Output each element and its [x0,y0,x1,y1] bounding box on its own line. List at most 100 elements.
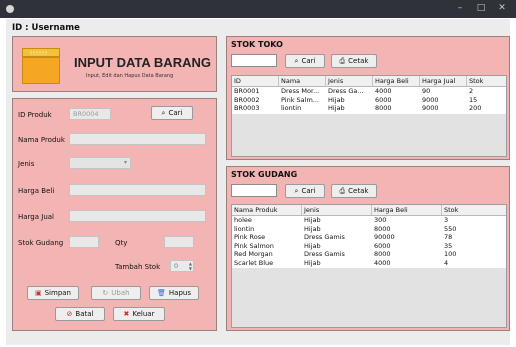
minimize-icon[interactable]: – [450,2,470,15]
cari-produk-label: Cari [168,109,183,117]
table-cell: 100 [444,250,457,258]
harga-jual-label: Harga Jual [18,213,55,221]
stok-toko-panel: STOK TOKO ⌕ Cari ⎙ Cetak ID Nama Jenis Har… [226,36,510,160]
column-header[interactable]: Harga Beli [373,76,420,86]
table-cell: 8000 [374,224,391,233]
table-empty-area [232,268,506,327]
simpan-label: Simpan [44,289,71,297]
table-row[interactable]: BR0002 Pink Salm... Hijab 6000 9000 15 [232,96,506,105]
search-icon: ⌕ [294,187,299,195]
maximize-icon[interactable]: □ [471,2,491,15]
ubah-label: Ubah [111,289,130,297]
nama-produk-field[interactable] [69,133,206,145]
jenis-dropdown[interactable]: ▾ [69,157,131,169]
table-cell: liontin [281,104,302,112]
column-header[interactable]: Stok [442,205,506,215]
stok-toko-table[interactable]: ID Nama Jenis Harga Beli Harga Jual Stok… [231,75,507,157]
table-cell: Dress Mor... [281,87,320,95]
search-icon: ⌕ [161,109,166,117]
qty-field[interactable] [164,236,194,248]
hapus-button[interactable]: 🗑 Hapus [149,286,199,300]
stok-gudang-table-header: Nama Produk Jenis Harga Beli Stok [232,205,506,216]
table-cell: 90 [422,87,431,95]
column-header[interactable]: ID [232,76,279,86]
ubah-button[interactable]: ↻ Ubah [91,286,141,300]
stok-toko-table-header: ID Nama Jenis Harga Beli Harga Jual Stok [232,76,506,87]
table-row[interactable]: BR0003 liontin Hijab 8000 9000 200 [232,104,506,113]
table-cell: Hijab [304,216,321,224]
stok-toko-cetak-label: Cetak [348,57,369,65]
app-icon [6,5,14,13]
cari-produk-button[interactable]: ⌕ Cari [151,106,193,120]
table-cell: 4000 [375,87,392,95]
column-header[interactable]: Nama [279,76,326,86]
column-header[interactable]: Harga Jual [420,76,467,86]
stok-gudang-cetak-button[interactable]: ⎙ Cetak [331,184,377,198]
column-header[interactable]: Nama Produk [232,205,302,215]
stok-toko-search-input[interactable] [231,54,277,67]
column-header[interactable]: Jenis [326,76,373,86]
table-row[interactable]: Pink Rose Dress Gamis 90000 78 [232,233,506,242]
printer-icon: ⎙ [339,57,346,65]
search-icon: ⌕ [294,57,299,65]
stok-toko-title: STOK TOKO [231,40,283,49]
table-cell: 15 [469,95,478,104]
stok-gudang-search-input[interactable] [231,184,277,197]
spinner-arrows-icon[interactable]: ▲ ▼ [189,261,192,271]
table-cell: BR0001 [234,87,260,95]
column-header[interactable]: Stok [467,76,506,86]
page-title: INPUT DATA BARANG [74,55,211,70]
column-header[interactable]: Jenis [302,205,372,215]
harga-beli-label: Harga Beli [18,187,55,195]
harga-beli-field[interactable] [69,184,206,196]
close-icon[interactable]: ✕ [492,2,512,15]
box-logo-icon: !!!!!! [22,48,60,84]
stok-toko-cetak-button[interactable]: ⎙ Cetak [331,54,377,68]
harga-jual-field[interactable] [69,210,206,222]
table-cell: 6000 [374,241,391,250]
table-cell: Pink Salm... [281,95,319,104]
batal-button[interactable]: ⊘ Batal [55,307,105,321]
table-cell: Hijab [304,224,321,233]
header-panel: !!!!!! INPUT DATA BARANG Input, Edit dan… [12,36,217,92]
cancel-icon: ⊘ [66,310,73,318]
stok-toko-cari-button[interactable]: ⌕ Cari [285,54,325,68]
save-icon: ▣ [34,289,42,297]
id-produk-label: ID Produk [18,111,52,119]
table-cell: liontin [234,224,255,233]
table-row[interactable]: BR0001 Dress Mor... Dress Ga... 4000 90 … [232,87,506,96]
table-cell: BR0002 [234,95,260,104]
id-produk-field[interactable]: BR0004 [69,108,111,120]
table-cell: 35 [444,241,453,250]
table-cell: Dress Gamis [304,250,345,258]
table-row[interactable]: Red Morgan Dress Gamis 8000 100 [232,250,506,259]
stok-gudang-field[interactable] [69,236,99,248]
printer-icon: ⎙ [339,187,346,195]
table-cell: Dress Ga... [328,87,364,95]
table-cell: 90000 [374,233,395,241]
jenis-label: Jenis [18,160,35,168]
simpan-button[interactable]: ▣ Simpan [27,286,79,300]
stok-gudang-table[interactable]: Nama Produk Jenis Harga Beli Stok holee … [231,204,507,328]
table-cell: Hijab [304,241,321,250]
batal-label: Batal [75,310,94,318]
stok-gudang-panel: STOK GUDANG ⌕ Cari ⎙ Cetak Nama Produk Jen… [226,166,510,331]
table-row[interactable]: liontin Hijab 8000 550 [232,225,506,234]
user-id-label: ID : Username [12,23,80,33]
stok-gudang-cari-button[interactable]: ⌕ Cari [285,184,325,198]
table-cell: Scarlet Blue [234,258,274,267]
table-cell: 200 [469,104,482,112]
keluar-label: Keluar [132,310,155,318]
tambah-stok-spinner[interactable]: 0 ▲ ▼ [170,260,194,272]
table-cell: 8000 [375,104,392,112]
table-cell: 550 [444,224,457,233]
table-cell: Pink Rose [234,233,266,241]
table-cell: 2 [469,87,474,95]
table-row[interactable]: Scarlet Blue Hijab 4000 4 [232,259,506,268]
table-cell: Hijab [328,95,345,104]
table-cell: Dress Gamis [304,233,345,241]
column-header[interactable]: Harga Beli [372,205,442,215]
table-row[interactable]: Pink Salmon Hijab 6000 35 [232,242,506,251]
keluar-button[interactable]: ✖ Keluar [113,307,165,321]
table-row[interactable]: holee Hijab 300 3 [232,216,506,225]
